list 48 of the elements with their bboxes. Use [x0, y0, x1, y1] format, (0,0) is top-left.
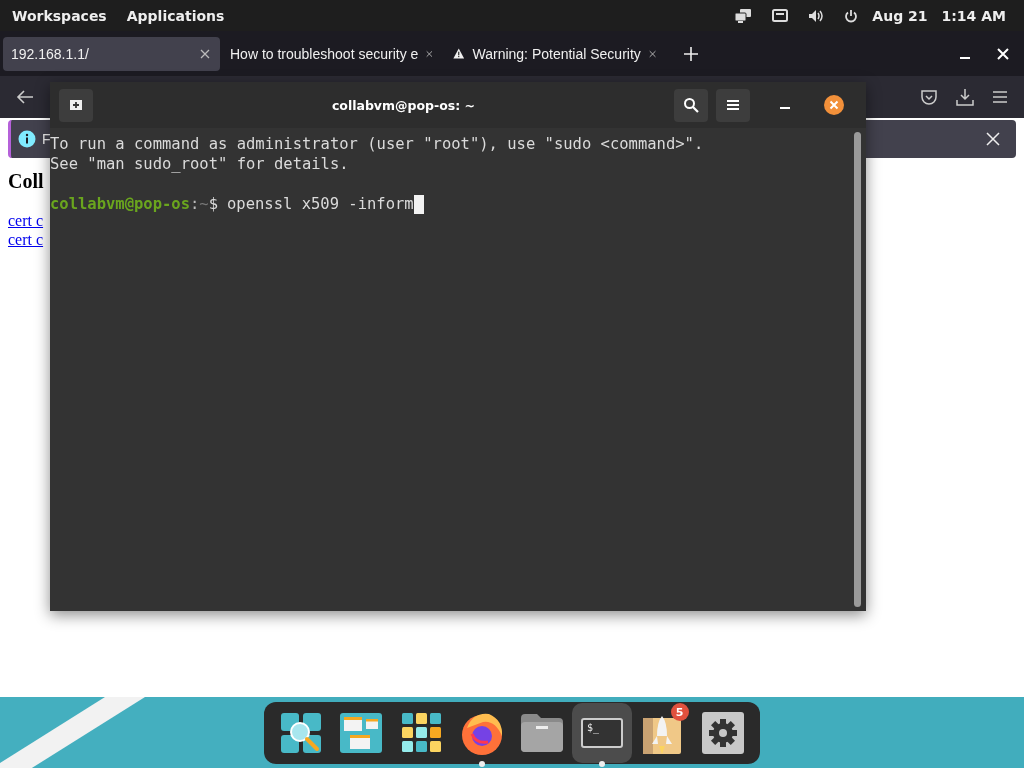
text-cursor	[413, 194, 424, 214]
volume-icon[interactable]	[808, 8, 825, 23]
warning-icon	[453, 46, 465, 61]
terminal-output-line: See "man sudo_root" for details.	[50, 154, 350, 174]
prompt-separator: :	[190, 194, 200, 214]
scrollbar[interactable]	[854, 132, 861, 607]
workspaces-button[interactable]: Workspaces	[12, 7, 107, 24]
running-indicator	[599, 761, 606, 767]
applications-button[interactable]: Applications	[126, 7, 225, 24]
terminal-command: openssl x509 -inform	[227, 194, 414, 214]
search-button[interactable]	[674, 88, 708, 122]
browser-tab[interactable]: 192.168.1.1/	[3, 36, 220, 71]
windows-icon	[340, 713, 383, 753]
notification-text: F	[42, 131, 51, 147]
prompt-user: collabvm@pop-os	[50, 194, 190, 214]
browser-tab[interactable]: How to troubleshoot security e	[222, 36, 443, 71]
page-heading: Coll	[8, 170, 44, 193]
info-icon	[18, 130, 36, 148]
page-link[interactable]: cert c	[8, 211, 44, 230]
settings-icon	[701, 712, 744, 754]
pocket-icon[interactable]	[920, 88, 938, 106]
prompt-symbol: $	[208, 194, 218, 214]
folder-icon	[521, 714, 564, 752]
window-title: collabvm@pop-os: ~	[330, 97, 477, 113]
search-icon	[280, 712, 322, 754]
new-tab-icon[interactable]	[684, 46, 698, 61]
power-icon[interactable]	[844, 8, 859, 23]
terminal-output-line: To run a command as administrator (user "root"), use "sudo <command>".	[50, 134, 705, 154]
dock-item[interactable]: 5	[632, 703, 693, 763]
browser-tab[interactable]: Warning: Potential Security	[445, 36, 666, 71]
notification-badge: 5	[670, 703, 689, 721]
menu-icon[interactable]	[992, 90, 1008, 104]
back-icon[interactable]	[16, 89, 34, 105]
time-label[interactable]: 1:14 AM	[941, 7, 1006, 24]
prompt-path: ~	[199, 194, 209, 214]
app-grid-icon	[401, 713, 442, 753]
terminal-icon: $_	[581, 718, 624, 748]
menu-icon	[727, 99, 739, 111]
download-icon[interactable]	[956, 88, 974, 106]
page-link[interactable]: cert c	[8, 230, 44, 249]
new-tab-button[interactable]	[59, 88, 93, 122]
close-icon[interactable]	[824, 95, 844, 115]
displays-icon[interactable]	[734, 7, 753, 24]
new-tab-icon	[69, 99, 83, 111]
running-indicator	[478, 761, 485, 767]
search-icon	[683, 97, 699, 113]
date-label[interactable]: Aug 21	[872, 7, 928, 24]
menu-button[interactable]	[716, 88, 750, 122]
